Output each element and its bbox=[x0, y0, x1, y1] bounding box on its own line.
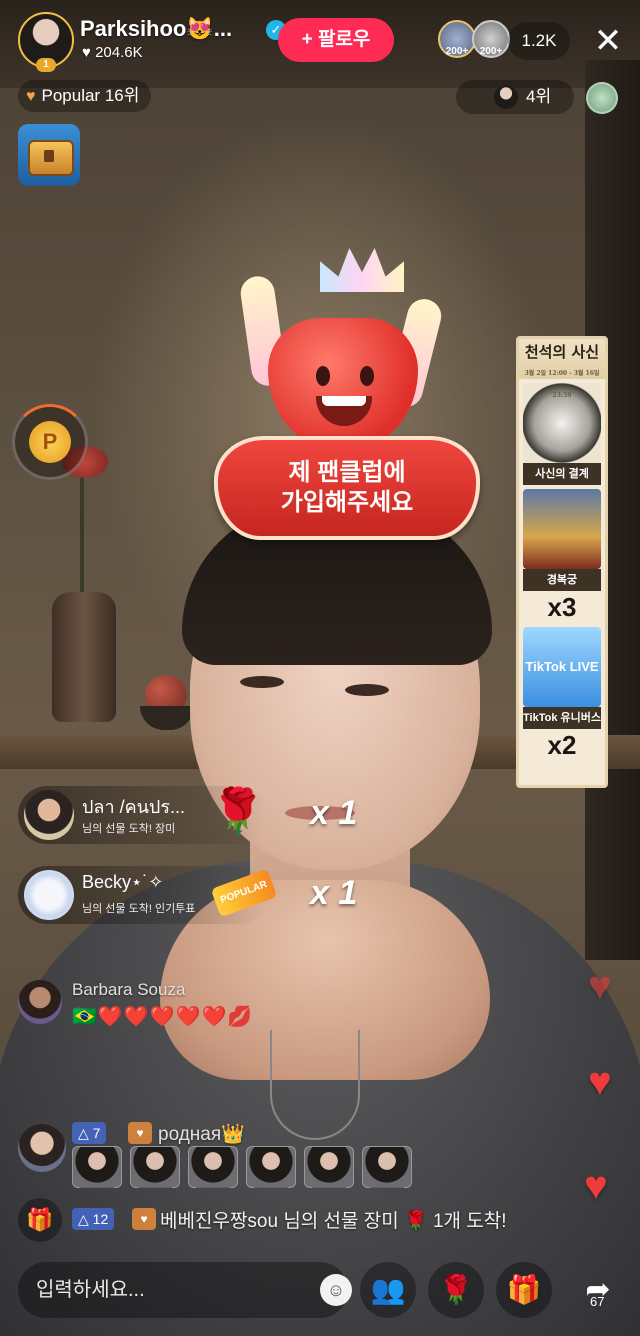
heart-eye bbox=[316, 366, 330, 386]
treasure-chest-icon[interactable] bbox=[18, 124, 80, 186]
commenter-avatar[interactable] bbox=[18, 980, 62, 1024]
host-name[interactable]: Parksihoo😻... bbox=[80, 16, 232, 42]
gift-combo-bar[interactable]: Becky⋆˙✧ 님의 선물 도착! 인기투표 POPULAR x 1 bbox=[18, 866, 357, 924]
commenter-avatar[interactable] bbox=[18, 1124, 66, 1172]
close-icon[interactable]: ✕ bbox=[588, 22, 628, 62]
fan-club-text: 제 팬클럽에 가입해주세요 bbox=[280, 459, 414, 516]
gift-message-text: 베베진우짱sou 님의 선물 장미 🌹 1개 도착! bbox=[160, 1211, 507, 1232]
top-viewer-avatar[interactable]: 200+ bbox=[438, 20, 476, 58]
ranking-pill[interactable]: 4위 bbox=[456, 80, 574, 114]
rank-label: 4위 bbox=[526, 87, 552, 106]
member-thumbnail bbox=[362, 1146, 412, 1188]
gift-sender-subtext: 님의 선물 도착! 인기투표 bbox=[82, 903, 196, 915]
member-thumbnail bbox=[246, 1146, 296, 1188]
fan-club-sticker[interactable]: 제 팬클럽에 가입해주세요 bbox=[210, 248, 490, 548]
fan-club-heart-icon: ♥ bbox=[132, 1208, 156, 1230]
guests-icon[interactable]: 👥 bbox=[360, 1262, 416, 1318]
user-level-badge: △ 12 bbox=[72, 1208, 115, 1230]
gift-combo-bar[interactable]: ปลา /คนปร... 님의 선물 도착! 장미 🌹 x 1 bbox=[18, 786, 357, 844]
top-viewers[interactable]: 200+ 200+ bbox=[438, 20, 514, 60]
gift-icon[interactable]: 🎁 bbox=[496, 1262, 552, 1318]
floating-heart-icon: ♥ bbox=[584, 1164, 608, 1208]
rank-avatar bbox=[494, 85, 518, 109]
commenter-name[interactable]: родная👑 bbox=[158, 1122, 245, 1146]
gift-label: 경복궁 bbox=[523, 569, 601, 591]
gift-box-icon[interactable]: 🎁 bbox=[18, 1198, 62, 1242]
commenter-name[interactable]: Barbara Souza bbox=[72, 980, 185, 1000]
fan-member-strip bbox=[72, 1146, 462, 1188]
streamer-eye bbox=[345, 684, 389, 696]
comment-input-box[interactable]: ☺ bbox=[18, 1262, 352, 1318]
coin-progress-button[interactable]: P bbox=[12, 404, 88, 480]
bowl bbox=[140, 706, 194, 730]
heart-character-icon bbox=[268, 318, 418, 448]
share-icon[interactable]: ➦ bbox=[570, 1262, 626, 1318]
gift-sender-avatar[interactable] bbox=[24, 870, 74, 920]
rose-icon: 🌹 bbox=[210, 787, 266, 836]
gift-sender-name: Becky⋆˙✧ bbox=[82, 872, 164, 892]
coin-icon: P bbox=[29, 421, 71, 463]
crown-icon bbox=[320, 248, 404, 292]
follow-button[interactable]: + 팔로우 bbox=[278, 18, 394, 62]
gift-count: x2 bbox=[547, 730, 577, 760]
gift-ranking-panel[interactable]: 천석의 사신 3월 2일 12:00 - 3월 16일 23:59 사신의 결계… bbox=[516, 336, 608, 788]
host-rank-badge: 1 bbox=[36, 58, 56, 72]
comment-text: 🇧🇷❤️❤️❤️❤️❤️💋 bbox=[72, 1006, 254, 1028]
gift-count: x3 bbox=[547, 592, 577, 622]
gift-sender-name: ปลา /คนปร... bbox=[82, 797, 186, 817]
heart-eye bbox=[360, 366, 374, 386]
fan-club-heart-icon: ♥ bbox=[128, 1122, 152, 1144]
chat-comment[interactable]: Barbara Souza 🇧🇷❤️❤️❤️❤️❤️💋 bbox=[18, 980, 318, 1030]
heart-mouth bbox=[316, 396, 372, 426]
member-thumbnail bbox=[130, 1146, 180, 1188]
top-viewer-avatar[interactable]: 200+ bbox=[472, 20, 510, 58]
member-thumbnail bbox=[72, 1146, 122, 1188]
gift-multiplier: x 1 bbox=[310, 874, 358, 912]
globe-icon[interactable] bbox=[586, 82, 618, 114]
broken-heart-icon: ♥ bbox=[26, 88, 36, 105]
gift-multiplier: x 1 bbox=[310, 794, 358, 832]
flower-stem bbox=[80, 470, 84, 600]
gift-system-message: 🎁 △ 12 ♥ 베베진우짱sou 님의 선물 장미 🌹 1개 도착! bbox=[18, 1196, 578, 1242]
vase bbox=[52, 592, 116, 722]
gift-sender-subtext: 님의 선물 도착! 장미 bbox=[82, 823, 176, 835]
member-thumbnail bbox=[188, 1146, 238, 1188]
share-count: 67 bbox=[590, 1294, 605, 1309]
gift-panel-title-text: 천석의 사신 bbox=[524, 343, 600, 361]
gift-sender-avatar[interactable] bbox=[24, 790, 74, 840]
comment-input[interactable] bbox=[36, 1262, 306, 1318]
emoji-icon[interactable]: ☺ bbox=[320, 1274, 352, 1306]
gift-tiktok-universe-image[interactable]: TikTok LIVE bbox=[523, 627, 601, 707]
floating-heart-icon: ♥ bbox=[588, 964, 612, 1008]
gift-label: 사신의 결계 bbox=[523, 463, 601, 485]
gift-panel-title: 천석의 사신 3월 2일 12:00 - 3월 16일 23:59 bbox=[519, 339, 605, 399]
floating-heart-icon: ♥ bbox=[588, 1060, 612, 1104]
fan-club-banner[interactable]: 제 팬클럽에 가입해주세요 bbox=[214, 436, 480, 540]
viewer-count[interactable]: 1.2K bbox=[508, 22, 570, 60]
popular-label: Popular 16위 bbox=[41, 86, 140, 105]
gift-gyeongbokgung-image[interactable] bbox=[523, 489, 601, 569]
member-thumbnail bbox=[304, 1146, 354, 1188]
streamer-eye bbox=[240, 676, 284, 688]
popular-ranking-pill[interactable]: ♥ Popular 16위 bbox=[18, 80, 152, 112]
host-likes: ♥ 204.6K bbox=[82, 44, 143, 61]
rose-gift-icon[interactable]: 🌹 bbox=[428, 1262, 484, 1318]
gift-label: TikTok 유니버스 bbox=[523, 707, 601, 729]
user-level-badge: △ 7 bbox=[72, 1122, 107, 1144]
